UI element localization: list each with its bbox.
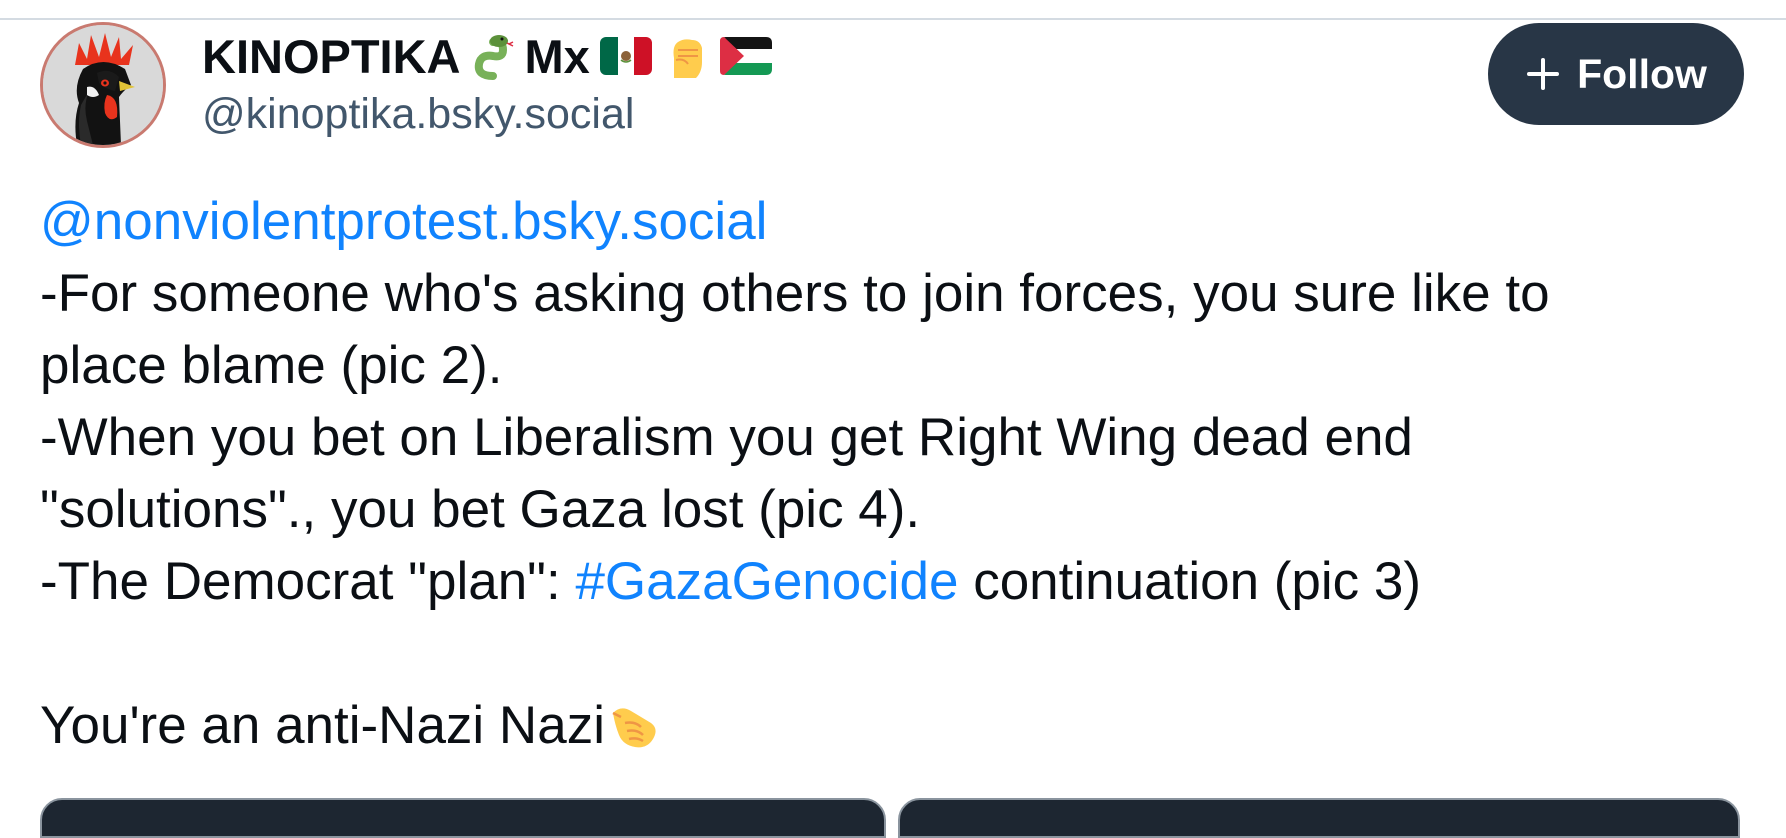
pointing-hand-emoji-icon — [607, 699, 661, 753]
post-line: "solutions"., you bet Gaza lost (pic 4). — [40, 474, 1750, 546]
post-line: -For someone who's asking others to join… — [40, 258, 1750, 330]
top-divider — [0, 18, 1786, 20]
post-text-segment: "solutions"., you bet Gaza lost (pic 4). — [40, 480, 921, 539]
follow-button-label: Follow — [1577, 50, 1707, 97]
mexico-flag-emoji-icon — [599, 37, 652, 75]
post-text-segment: -The Democrat "plan": — [40, 552, 576, 611]
author-handle[interactable]: @kinoptika.bsky.social — [202, 90, 634, 139]
mention-link[interactable]: @nonviolentprotest.bsky.social — [40, 186, 767, 258]
snake-emoji-icon — [471, 32, 515, 80]
post-text-segment: -When you bet on Liberalism you get Righ… — [40, 408, 1413, 467]
rooster-avatar-icon — [43, 25, 163, 145]
media-tile-1[interactable] — [40, 798, 886, 838]
post-line: place blame (pic 2). — [40, 330, 1750, 402]
media-tile-2[interactable] — [898, 798, 1740, 838]
post-line: @nonviolentprotest.bsky.social — [40, 186, 1750, 258]
follow-button[interactable]: Follow — [1488, 23, 1744, 125]
plus-icon — [1527, 58, 1560, 90]
display-name-suffix: Mx — [524, 29, 590, 83]
post-line: You're an anti-Nazi Nazi — [40, 690, 1750, 762]
avatar[interactable] — [40, 22, 166, 148]
display-name-text: KINOPTIKA — [202, 29, 461, 83]
raised-fist-emoji-icon — [662, 32, 710, 80]
post-line: -When you bet on Liberalism you get Righ… — [40, 402, 1750, 474]
post-text-segment: -For someone who's asking others to join… — [40, 264, 1550, 323]
hashtag-link[interactable]: #GazaGenocide — [575, 546, 958, 618]
media-grid — [40, 798, 1740, 838]
post-text-segment: place blame (pic 2). — [40, 336, 503, 395]
post-line: -The Democrat "plan": #GazaGenocide cont… — [40, 546, 1750, 618]
post-text-segment: continuation (pic 3) — [958, 552, 1422, 611]
post-text: @nonviolentprotest.bsky.social -For some… — [40, 186, 1750, 762]
author-display-name[interactable]: KINOPTIKA Mx — [202, 26, 772, 86]
palestine-flag-emoji-icon — [719, 37, 772, 75]
post-text-segment: You're an anti-Nazi Nazi — [40, 696, 605, 755]
